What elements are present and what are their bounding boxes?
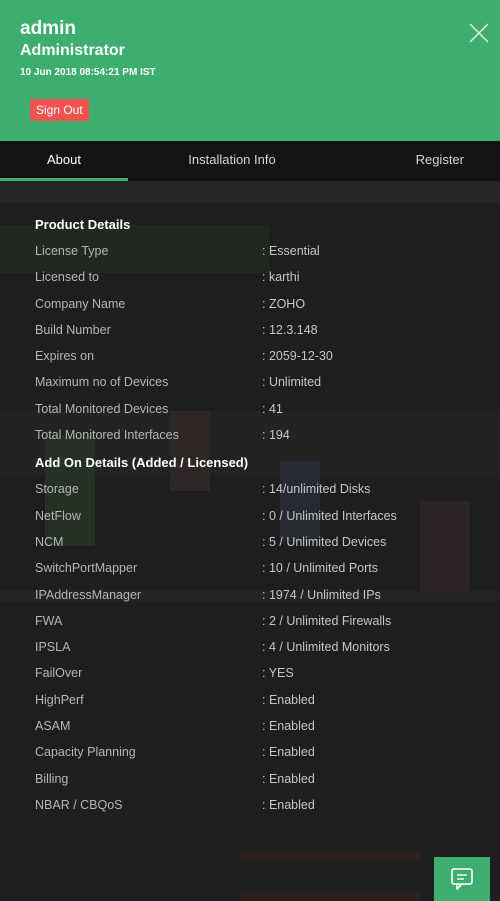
tab-register[interactable]: Register: [336, 141, 500, 181]
addon-row: IPAddressManager : 1974 / Unlimited IPs: [35, 582, 465, 608]
addon-row: ASAM : Enabled: [35, 713, 465, 739]
addon-value: : YES: [262, 666, 294, 681]
addon-row: Capacity Planning : Enabled: [35, 739, 465, 765]
detail-row: Build Number : 12.3.148: [35, 317, 465, 343]
addon-key: NBAR / CBQoS: [35, 797, 123, 812]
addon-key: NetFlow: [35, 508, 81, 523]
addon-value: : 14/unlimited Disks: [262, 482, 371, 497]
addon-key: IPSLA: [35, 640, 71, 655]
addon-row: NetFlow : 0 / Unlimited Interfaces: [35, 503, 465, 529]
addon-key: Capacity Planning: [35, 745, 136, 760]
detail-value: : ZOHO: [262, 296, 306, 311]
addon-value: : Enabled: [262, 745, 315, 760]
detail-value: : 194: [262, 428, 290, 443]
addon-value: : Enabled: [262, 719, 315, 734]
addon-key: Storage: [35, 482, 79, 497]
detail-key: License Type: [35, 244, 109, 258]
detail-value: : Essential: [262, 244, 320, 258]
detail-row: License Type : Essential: [35, 238, 465, 264]
addon-value: : 1974 / Unlimited IPs: [262, 587, 381, 602]
detail-row: Total Monitored Devices : 41: [35, 396, 465, 422]
tab-installation-info[interactable]: Installation Info: [128, 141, 336, 181]
addon-value: : 10 / Unlimited Ports: [262, 561, 379, 576]
addon-row: NCM : 5 / Unlimited Devices: [35, 529, 465, 555]
detail-row: Maximum no of Devices : Unlimited: [35, 369, 465, 395]
tab-bar: About Installation Info Register: [0, 141, 500, 181]
detail-key: Expires on: [35, 349, 95, 364]
addon-value: : 5 / Unlimited Devices: [262, 534, 387, 549]
detail-key: Total Monitored Devices: [35, 401, 169, 416]
user-name: admin: [20, 18, 76, 39]
user-header: admin Administrator 10 Jun 2018 08:54:21…: [0, 0, 500, 141]
addon-value: : 2 / Unlimited Firewalls: [262, 613, 392, 628]
addon-row: NBAR / CBQoS : Enabled: [35, 792, 465, 818]
login-timestamp: 10 Jun 2018 08:54:21 PM IST: [20, 67, 156, 78]
chat-icon: [451, 868, 473, 890]
addon-value: : 0 / Unlimited Interfaces: [262, 508, 397, 523]
detail-row: Licensed to : karthi: [35, 264, 465, 290]
addon-value: : Enabled: [262, 771, 315, 786]
addon-key: HighPerf: [35, 692, 84, 707]
detail-value: : karthi: [262, 270, 300, 285]
detail-key: Maximum no of Devices: [35, 375, 169, 390]
detail-value: : 41: [262, 401, 283, 416]
tab-about[interactable]: About: [0, 141, 128, 181]
detail-key: Licensed to: [35, 270, 99, 285]
addon-row: SwitchPortMapper : 10 / Unlimited Ports: [35, 555, 465, 581]
about-content: Product Details License Type : Essential …: [0, 181, 500, 901]
detail-row: Company Name : ZOHO: [35, 291, 465, 317]
detail-key: Build Number: [35, 322, 111, 337]
detail-value: : 12.3.148: [262, 322, 318, 337]
detail-value: : Unlimited: [262, 375, 322, 390]
user-role: Administrator: [20, 42, 125, 59]
addon-value: : Enabled: [262, 692, 315, 707]
addon-key: FailOver: [35, 666, 83, 681]
detail-value: : 2059-12-30: [262, 349, 333, 364]
addon-row: HighPerf : Enabled: [35, 687, 465, 713]
detail-key: Total Monitored Interfaces: [35, 428, 179, 443]
detail-row: Total Monitored Interfaces : 194: [35, 422, 465, 448]
addon-row: Storage : 14/unlimited Disks: [35, 476, 465, 502]
addon-key: Billing: [35, 771, 69, 786]
addon-row: FailOver : YES: [35, 660, 465, 686]
addon-value: : Enabled: [262, 797, 315, 812]
addon-key: ASAM: [35, 719, 71, 734]
addon-row: Billing : Enabled: [35, 766, 465, 792]
detail-row: Expires on : 2059-12-30: [35, 343, 465, 369]
addon-details-title: Add On Details (Added / Licensed): [35, 455, 249, 471]
product-details-title: Product Details: [35, 217, 131, 232]
addon-key: SwitchPortMapper: [35, 561, 138, 576]
addon-details-list: Storage : 14/unlimited Disks NetFlow : 0 /…: [35, 476, 465, 818]
close-icon[interactable]: [468, 22, 490, 44]
addon-row: FWA : 2 / Unlimited Firewalls: [35, 608, 465, 634]
sign-out-button[interactable]: Sign Out: [30, 99, 89, 121]
addon-key: IPAddressManager: [35, 587, 142, 602]
addon-value: : 4 / Unlimited Monitors: [262, 640, 390, 655]
addon-row: IPSLA : 4 / Unlimited Monitors: [35, 634, 465, 660]
addon-key: NCM: [35, 534, 64, 549]
addon-key: FWA: [35, 613, 63, 628]
chat-button[interactable]: [434, 857, 490, 901]
detail-key: Company Name: [35, 296, 126, 311]
product-details-list: License Type : Essential Licensed to : kar…: [35, 238, 465, 448]
